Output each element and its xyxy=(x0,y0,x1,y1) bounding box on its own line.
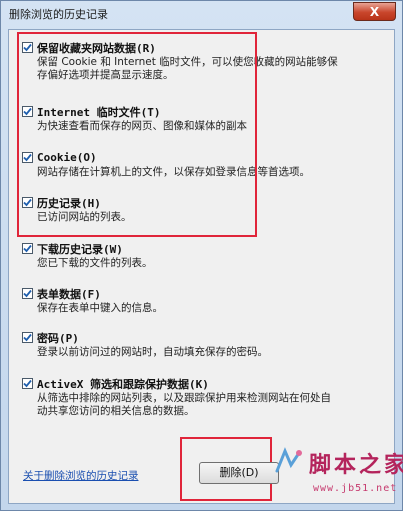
checkmark-icon xyxy=(23,379,32,388)
close-icon: X xyxy=(369,5,380,19)
close-button[interactable]: X xyxy=(353,2,396,21)
option-description: 登录以前访问过的网站时，自动填充保存的密码。 xyxy=(37,346,268,358)
checkmark-icon xyxy=(23,333,32,342)
watermark-logo-icon xyxy=(275,447,302,473)
checkbox-passwords[interactable] xyxy=(22,332,33,343)
window-title: 删除浏览的历史记录 xyxy=(9,8,108,21)
checkbox-download-history[interactable] xyxy=(22,243,33,254)
option-download-history: 下载历史记录(W) 您已下载的文件的列表。 xyxy=(22,242,382,270)
option-label: ActiveX 筛选和跟踪保护数据(K) xyxy=(37,377,209,391)
option-description: 保存在表单中键入的信息。 xyxy=(37,302,163,314)
option-passwords: 密码(P) 登录以前访问过的网站时，自动填充保存的密码。 xyxy=(22,331,382,359)
highlight-box-options xyxy=(17,32,257,237)
option-description: 您已下载的文件的列表。 xyxy=(37,257,153,269)
delete-button[interactable]: 删除(D) xyxy=(199,462,279,484)
watermark-text: 脚本之家 xyxy=(309,452,403,478)
option-label: 密码(P) xyxy=(37,331,79,345)
checkmark-icon xyxy=(23,289,32,298)
option-label: 下载历史记录(W) xyxy=(37,242,123,256)
checkbox-activex-tracking[interactable] xyxy=(22,378,33,389)
option-description: 从筛选中排除的网站列表，以及跟踪保护用来检测网站在何处自 动共享您访问的相关信息… xyxy=(37,392,331,417)
checkmark-icon xyxy=(23,244,32,253)
watermark-url: www.jb51.net xyxy=(313,483,398,494)
title-bar: 删除浏览的历史记录 X xyxy=(1,1,402,25)
site-watermark: 脚本之家 www.jb51.net xyxy=(269,441,403,503)
checkbox-form-data[interactable] xyxy=(22,288,33,299)
about-delete-history-link[interactable]: 关于删除浏览的历史记录 xyxy=(23,468,139,483)
option-label: 表单数据(F) xyxy=(37,287,101,301)
option-activex-tracking: ActiveX 筛选和跟踪保护数据(K) 从筛选中排除的网站列表，以及跟踪保护用… xyxy=(22,377,382,418)
option-form-data: 表单数据(F) 保存在表单中键入的信息。 xyxy=(22,287,382,315)
delete-browsing-history-dialog: 删除浏览的历史记录 X 保留收藏夹网站数据(R) 保留 Cookie 和 Int… xyxy=(0,0,403,511)
